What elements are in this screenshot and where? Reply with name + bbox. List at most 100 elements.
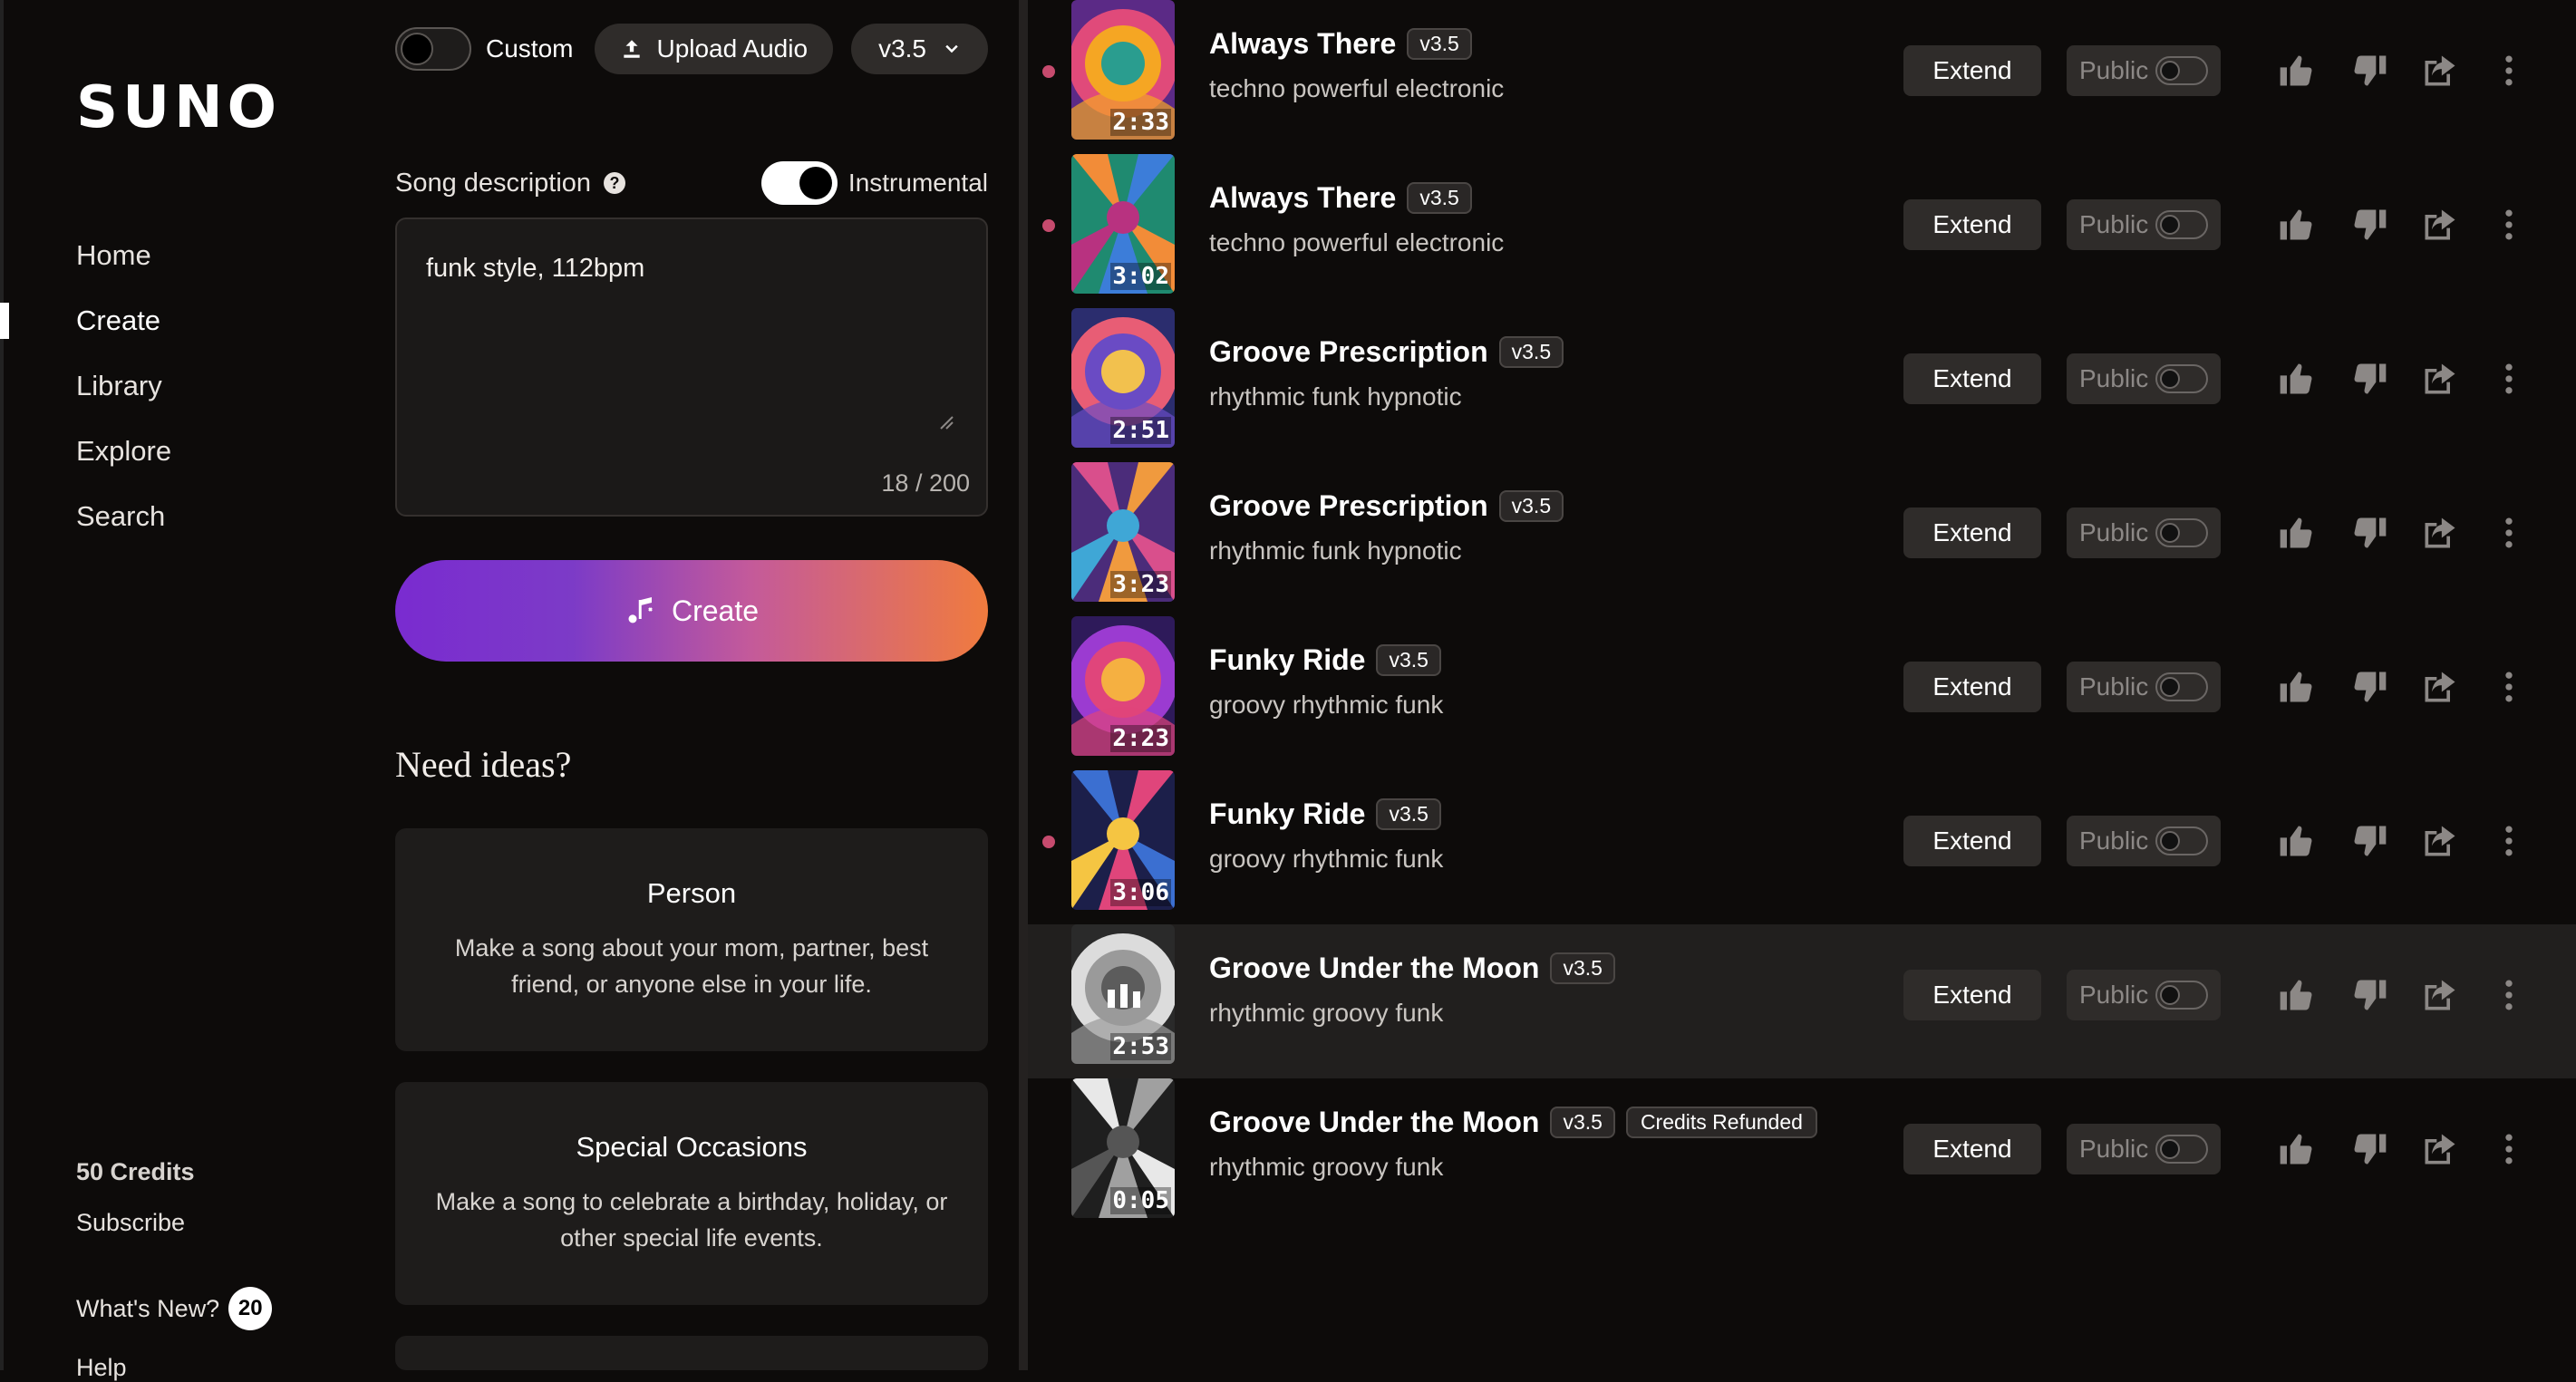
song-row[interactable]: 2:23 Funky Ride v3.5 groovy rhythmic fun…: [1028, 616, 2576, 770]
share-icon[interactable]: [2420, 513, 2460, 553]
nav-explore[interactable]: Explore: [76, 430, 171, 495]
public-toggle[interactable]: [2155, 826, 2208, 855]
extend-button[interactable]: Extend: [1903, 970, 2041, 1020]
thumbs-down-icon[interactable]: [2349, 1129, 2389, 1169]
song-tags[interactable]: groovy rhythmic funk: [1209, 691, 1443, 720]
extend-button[interactable]: Extend: [1903, 662, 2041, 712]
thumbs-up-icon[interactable]: [2277, 513, 2317, 553]
song-cover[interactable]: 2:51: [1071, 308, 1175, 448]
extend-button[interactable]: Extend: [1903, 816, 2041, 866]
song-cover[interactable]: 3:02: [1071, 154, 1175, 294]
create-button[interactable]: Create: [395, 560, 988, 662]
song-title[interactable]: Groove Under the Moon: [1209, 952, 1539, 985]
thumbs-up-icon[interactable]: [2277, 51, 2317, 91]
public-toggle[interactable]: [2155, 981, 2208, 1010]
song-tags[interactable]: rhythmic groovy funk: [1209, 1153, 1443, 1182]
upload-audio-button[interactable]: Upload Audio: [595, 24, 834, 74]
song-title[interactable]: Groove Under the Moon: [1209, 1106, 1539, 1139]
public-toggle[interactable]: [2155, 364, 2208, 393]
public-toggle[interactable]: [2155, 56, 2208, 85]
song-row[interactable]: 2:53 Groove Under the Moon v3.5 rhythmic…: [1028, 924, 2576, 1078]
public-toggle[interactable]: [2155, 672, 2208, 701]
public-toggle-button[interactable]: Public: [2067, 353, 2221, 404]
more-vertical-icon[interactable]: [2489, 205, 2529, 245]
more-vertical-icon[interactable]: [2489, 513, 2529, 553]
more-vertical-icon[interactable]: [2489, 1129, 2529, 1169]
thumbs-down-icon[interactable]: [2349, 975, 2389, 1015]
more-vertical-icon[interactable]: [2489, 359, 2529, 399]
song-title[interactable]: Funky Ride: [1209, 643, 1365, 677]
song-title[interactable]: Always There: [1209, 27, 1396, 61]
song-row[interactable]: 3:02 Always There v3.5 techno powerful e…: [1028, 154, 2576, 308]
song-row[interactable]: 2:51 Groove Prescription v3.5 rhythmic f…: [1028, 308, 2576, 462]
more-vertical-icon[interactable]: [2489, 667, 2529, 707]
nav-search[interactable]: Search: [76, 495, 171, 560]
song-row[interactable]: 2:33 Always There v3.5 techno powerful e…: [1028, 0, 2576, 154]
song-tags[interactable]: rhythmic groovy funk: [1209, 999, 1443, 1028]
whats-new-link[interactable]: What's New? 20: [76, 1287, 273, 1330]
share-icon[interactable]: [2420, 205, 2460, 245]
song-tags[interactable]: techno powerful electronic: [1209, 228, 1504, 257]
extend-button[interactable]: Extend: [1903, 45, 2041, 96]
share-icon[interactable]: [2420, 975, 2460, 1015]
version-select[interactable]: v3.5: [851, 24, 988, 74]
more-vertical-icon[interactable]: [2489, 975, 2529, 1015]
public-toggle-button[interactable]: Public: [2067, 507, 2221, 558]
extend-button[interactable]: Extend: [1903, 199, 2041, 250]
song-cover[interactable]: 2:23: [1071, 616, 1175, 756]
public-toggle[interactable]: [2155, 1135, 2208, 1164]
extend-button[interactable]: Extend: [1903, 507, 2041, 558]
idea-card-special-occasions[interactable]: Special Occasions Make a song to celebra…: [395, 1082, 988, 1305]
public-toggle-button[interactable]: Public: [2067, 45, 2221, 96]
share-icon[interactable]: [2420, 667, 2460, 707]
thumbs-down-icon[interactable]: [2349, 667, 2389, 707]
thumbs-down-icon[interactable]: [2349, 205, 2389, 245]
song-title[interactable]: Always There: [1209, 181, 1396, 215]
extend-button[interactable]: Extend: [1903, 1124, 2041, 1174]
thumbs-up-icon[interactable]: [2277, 1129, 2317, 1169]
song-tags[interactable]: techno powerful electronic: [1209, 74, 1504, 103]
suno-logo[interactable]: SUNO: [76, 74, 281, 141]
thumbs-up-icon[interactable]: [2277, 667, 2317, 707]
thumbs-up-icon[interactable]: [2277, 205, 2317, 245]
idea-card-person[interactable]: Person Make a song about your mom, partn…: [395, 828, 988, 1051]
song-title[interactable]: Groove Prescription: [1209, 335, 1488, 369]
share-icon[interactable]: [2420, 821, 2460, 861]
song-title[interactable]: Groove Prescription: [1209, 489, 1488, 523]
public-toggle-button[interactable]: Public: [2067, 1124, 2221, 1174]
panel-divider[interactable]: [1019, 0, 1028, 1370]
song-row[interactable]: 0:05 Groove Under the Moon v3.5 Credits …: [1028, 1078, 2576, 1232]
public-toggle[interactable]: [2155, 210, 2208, 239]
public-toggle-button[interactable]: Public: [2067, 970, 2221, 1020]
custom-toggle[interactable]: [395, 27, 471, 71]
share-icon[interactable]: [2420, 1129, 2460, 1169]
nav-home[interactable]: Home: [76, 234, 171, 299]
song-row[interactable]: 3:23 Groove Prescription v3.5 rhythmic f…: [1028, 462, 2576, 616]
song-row[interactable]: 3:06 Funky Ride v3.5 groovy rhythmic fun…: [1028, 770, 2576, 924]
song-cover[interactable]: 2:53: [1071, 924, 1175, 1064]
more-vertical-icon[interactable]: [2489, 821, 2529, 861]
thumbs-up-icon[interactable]: [2277, 975, 2317, 1015]
song-cover[interactable]: 3:06: [1071, 770, 1175, 910]
thumbs-down-icon[interactable]: [2349, 51, 2389, 91]
public-toggle-button[interactable]: Public: [2067, 816, 2221, 866]
song-title[interactable]: Funky Ride: [1209, 797, 1365, 831]
share-icon[interactable]: [2420, 51, 2460, 91]
thumbs-up-icon[interactable]: [2277, 821, 2317, 861]
share-icon[interactable]: [2420, 359, 2460, 399]
resize-handle-icon[interactable]: [939, 415, 954, 430]
help-link[interactable]: Help: [76, 1354, 127, 1382]
public-toggle-button[interactable]: Public: [2067, 199, 2221, 250]
help-icon[interactable]: ?: [604, 172, 626, 194]
extend-button[interactable]: Extend: [1903, 353, 2041, 404]
idea-card-partial[interactable]: [395, 1336, 988, 1370]
more-vertical-icon[interactable]: [2489, 51, 2529, 91]
public-toggle-button[interactable]: Public: [2067, 662, 2221, 712]
public-toggle[interactable]: [2155, 518, 2208, 547]
thumbs-up-icon[interactable]: [2277, 359, 2317, 399]
song-cover[interactable]: 2:33: [1071, 0, 1175, 140]
song-tags[interactable]: rhythmic funk hypnotic: [1209, 382, 1462, 411]
song-cover[interactable]: 0:05: [1071, 1078, 1175, 1218]
nav-library[interactable]: Library: [76, 364, 171, 430]
thumbs-down-icon[interactable]: [2349, 821, 2389, 861]
